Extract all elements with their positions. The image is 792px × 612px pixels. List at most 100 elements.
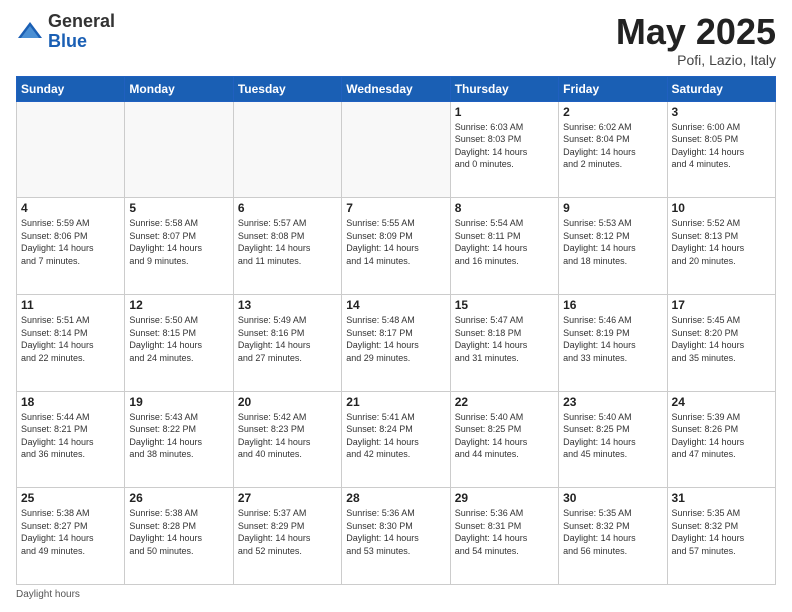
- col-header-thursday: Thursday: [450, 76, 558, 101]
- day-number: 10: [672, 201, 771, 215]
- footer: Daylight hours: [16, 589, 776, 600]
- day-info: Sunrise: 6:03 AMSunset: 8:03 PMDaylight:…: [455, 121, 554, 171]
- col-header-tuesday: Tuesday: [233, 76, 341, 101]
- calendar-cell: 12 Sunrise: 5:50 AMSunset: 8:15 PMDayligh…: [125, 294, 233, 391]
- calendar-cell: 19 Sunrise: 5:43 AMSunset: 8:22 PMDayligh…: [125, 391, 233, 488]
- day-number: 5: [129, 201, 228, 215]
- day-number: 14: [346, 298, 445, 312]
- calendar-cell: 18 Sunrise: 5:44 AMSunset: 8:21 PMDayligh…: [17, 391, 125, 488]
- day-info: Sunrise: 5:58 AMSunset: 8:07 PMDaylight:…: [129, 217, 228, 267]
- calendar-cell: 3Sunrise: 6:00 AMSunset: 8:05 PMDaylight…: [667, 101, 775, 198]
- col-header-friday: Friday: [559, 76, 667, 101]
- calendar-cell: 17 Sunrise: 5:45 AMSunset: 8:20 PMDayligh…: [667, 294, 775, 391]
- calendar-cell: 20 Sunrise: 5:42 AMSunset: 8:23 PMDayligh…: [233, 391, 341, 488]
- day-number: 22: [455, 395, 554, 409]
- calendar-cell: 28Sunrise: 5:36 AMSunset: 8:30 PMDayligh…: [342, 488, 450, 585]
- calendar-cell: 22 Sunrise: 5:40 AMSunset: 8:25 PMDayligh…: [450, 391, 558, 488]
- day-info: Sunrise: 5:39 AMSunset: 8:26 PMDaylight:…: [672, 411, 771, 461]
- day-number: 13: [238, 298, 337, 312]
- day-info: Sunrise: 5:49 AMSunset: 8:16 PMDaylight:…: [238, 314, 337, 364]
- day-info: Sunrise: 5:35 AMSunset: 8:32 PMDaylight:…: [672, 507, 771, 557]
- day-number: 30: [563, 491, 662, 505]
- day-number: 1: [455, 105, 554, 119]
- calendar-table: SundayMondayTuesdayWednesdayThursdayFrid…: [16, 76, 776, 585]
- day-info: Sunrise: 5:36 AMSunset: 8:31 PMDaylight:…: [455, 507, 554, 557]
- calendar-cell: 5 Sunrise: 5:58 AMSunset: 8:07 PMDaylight…: [125, 198, 233, 295]
- calendar-cell: 14 Sunrise: 5:48 AMSunset: 8:17 PMDayligh…: [342, 294, 450, 391]
- day-info: Sunrise: 5:53 AMSunset: 8:12 PMDaylight:…: [563, 217, 662, 267]
- footer-text: Daylight hours: [16, 589, 80, 600]
- calendar-cell: 25 Sunrise: 5:38 AMSunset: 8:27 PMDayligh…: [17, 488, 125, 585]
- day-number: 2: [563, 105, 662, 119]
- day-info: Sunrise: 5:46 AMSunset: 8:19 PMDaylight:…: [563, 314, 662, 364]
- calendar-cell: 24 Sunrise: 5:39 AMSunset: 8:26 PMDayligh…: [667, 391, 775, 488]
- logo-general-text: General: [48, 11, 115, 31]
- day-number: 7: [346, 201, 445, 215]
- calendar-cell: 4 Sunrise: 5:59 AMSunset: 8:06 PMDaylight…: [17, 198, 125, 295]
- day-number: 18: [21, 395, 120, 409]
- calendar-cell: [233, 101, 341, 198]
- calendar-cell: 13 Sunrise: 5:49 AMSunset: 8:16 PMDayligh…: [233, 294, 341, 391]
- calendar-cell: 16Sunrise: 5:46 AMSunset: 8:19 PMDayligh…: [559, 294, 667, 391]
- day-info: Sunrise: 5:54 AMSunset: 8:11 PMDaylight:…: [455, 217, 554, 267]
- day-number: 4: [21, 201, 120, 215]
- month-title: May 2025: [616, 12, 776, 52]
- day-number: 3: [672, 105, 771, 119]
- day-number: 12: [129, 298, 228, 312]
- calendar-cell: 30 Sunrise: 5:35 AMSunset: 8:32 PMDayligh…: [559, 488, 667, 585]
- calendar-cell: 2 Sunrise: 6:02 AMSunset: 8:04 PMDaylight…: [559, 101, 667, 198]
- day-info: Sunrise: 5:41 AMSunset: 8:24 PMDaylight:…: [346, 411, 445, 461]
- calendar-cell: 21 Sunrise: 5:41 AMSunset: 8:24 PMDayligh…: [342, 391, 450, 488]
- calendar-cell: 6Sunrise: 5:57 AMSunset: 8:08 PMDaylight…: [233, 198, 341, 295]
- calendar-cell: 1 Sunrise: 6:03 AMSunset: 8:03 PMDaylight…: [450, 101, 558, 198]
- calendar-cell: [17, 101, 125, 198]
- day-number: 31: [672, 491, 771, 505]
- day-info: Sunrise: 5:44 AMSunset: 8:21 PMDaylight:…: [21, 411, 120, 461]
- calendar-cell: [125, 101, 233, 198]
- day-info: Sunrise: 5:50 AMSunset: 8:15 PMDaylight:…: [129, 314, 228, 364]
- page: General Blue May 2025 Pofi, Lazio, Italy…: [0, 0, 792, 612]
- calendar-cell: 29 Sunrise: 5:36 AMSunset: 8:31 PMDayligh…: [450, 488, 558, 585]
- calendar-cell: 26 Sunrise: 5:38 AMSunset: 8:28 PMDayligh…: [125, 488, 233, 585]
- calendar-cell: 11Sunrise: 5:51 AMSunset: 8:14 PMDayligh…: [17, 294, 125, 391]
- calendar-cell: 10 Sunrise: 5:52 AMSunset: 8:13 PMDayligh…: [667, 198, 775, 295]
- day-info: Sunrise: 6:02 AMSunset: 8:04 PMDaylight:…: [563, 121, 662, 171]
- day-info: Sunrise: 5:35 AMSunset: 8:32 PMDaylight:…: [563, 507, 662, 557]
- day-number: 24: [672, 395, 771, 409]
- day-number: 25: [21, 491, 120, 505]
- day-info: Sunrise: 5:36 AMSunset: 8:30 PMDaylight:…: [346, 507, 445, 557]
- day-number: 20: [238, 395, 337, 409]
- day-number: 17: [672, 298, 771, 312]
- day-info: Sunrise: 5:38 AMSunset: 8:27 PMDaylight:…: [21, 507, 120, 557]
- calendar-cell: 27 Sunrise: 5:37 AMSunset: 8:29 PMDayligh…: [233, 488, 341, 585]
- col-header-monday: Monday: [125, 76, 233, 101]
- day-number: 27: [238, 491, 337, 505]
- calendar-cell: 9 Sunrise: 5:53 AMSunset: 8:12 PMDaylight…: [559, 198, 667, 295]
- day-info: Sunrise: 5:45 AMSunset: 8:20 PMDaylight:…: [672, 314, 771, 364]
- day-info: Sunrise: 5:48 AMSunset: 8:17 PMDaylight:…: [346, 314, 445, 364]
- day-number: 8: [455, 201, 554, 215]
- calendar-cell: 7Sunrise: 5:55 AMSunset: 8:09 PMDaylight…: [342, 198, 450, 295]
- day-info: Sunrise: 5:37 AMSunset: 8:29 PMDaylight:…: [238, 507, 337, 557]
- day-info: Sunrise: 5:38 AMSunset: 8:28 PMDaylight:…: [129, 507, 228, 557]
- col-header-wednesday: Wednesday: [342, 76, 450, 101]
- day-number: 29: [455, 491, 554, 505]
- day-info: Sunrise: 5:59 AMSunset: 8:06 PMDaylight:…: [21, 217, 120, 267]
- day-number: 6: [238, 201, 337, 215]
- header: General Blue May 2025 Pofi, Lazio, Italy: [16, 12, 776, 68]
- day-info: Sunrise: 5:40 AMSunset: 8:25 PMDaylight:…: [455, 411, 554, 461]
- day-number: 19: [129, 395, 228, 409]
- day-info: Sunrise: 5:51 AMSunset: 8:14 PMDaylight:…: [21, 314, 120, 364]
- day-info: Sunrise: 5:42 AMSunset: 8:23 PMDaylight:…: [238, 411, 337, 461]
- day-number: 26: [129, 491, 228, 505]
- day-number: 9: [563, 201, 662, 215]
- day-info: Sunrise: 5:47 AMSunset: 8:18 PMDaylight:…: [455, 314, 554, 364]
- day-info: Sunrise: 5:52 AMSunset: 8:13 PMDaylight:…: [672, 217, 771, 267]
- day-number: 21: [346, 395, 445, 409]
- logo: General Blue: [16, 12, 115, 52]
- calendar-cell: 23Sunrise: 5:40 AMSunset: 8:25 PMDayligh…: [559, 391, 667, 488]
- day-info: Sunrise: 5:43 AMSunset: 8:22 PMDaylight:…: [129, 411, 228, 461]
- logo-blue-text: Blue: [48, 31, 87, 51]
- calendar-cell: 15Sunrise: 5:47 AMSunset: 8:18 PMDayligh…: [450, 294, 558, 391]
- calendar-cell: 31 Sunrise: 5:35 AMSunset: 8:32 PMDayligh…: [667, 488, 775, 585]
